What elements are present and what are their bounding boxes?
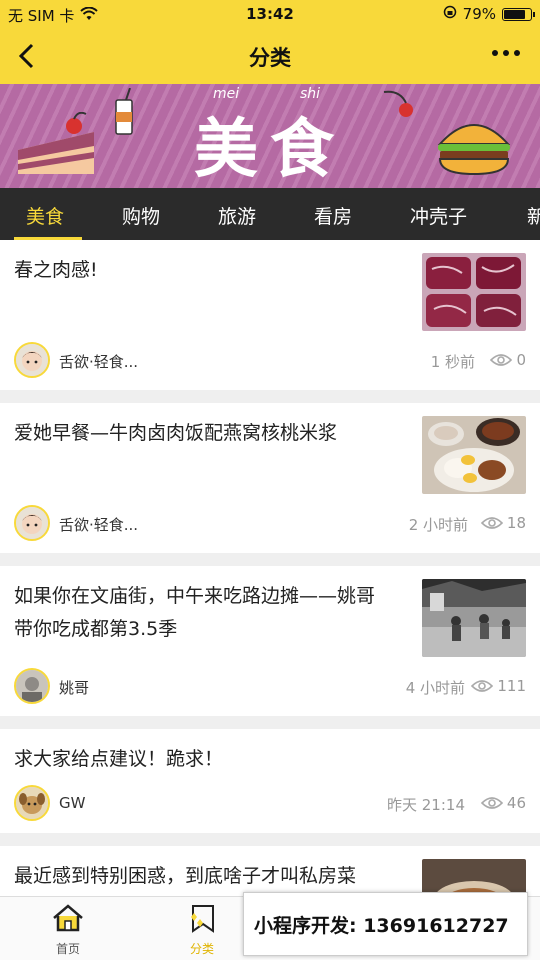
view-count-value: 18 bbox=[506, 514, 526, 532]
battery-percent: 79% bbox=[462, 5, 496, 23]
dog-avatar-image bbox=[16, 787, 48, 819]
view-count: 0 bbox=[490, 351, 526, 369]
tab-travel[interactable]: 旅游 bbox=[218, 202, 256, 229]
post-time: 2 小时前 bbox=[408, 516, 468, 534]
avatar[interactable] bbox=[14, 505, 50, 541]
article-title: 最近感到特别困惑，到底啥子才叫私房菜 bbox=[14, 865, 357, 887]
tab-new[interactable]: 新 bbox=[527, 202, 540, 229]
article-title: 爱她早餐—牛肉卤肉饭配燕窝核桃米浆 bbox=[14, 422, 338, 444]
cherry-icon bbox=[383, 90, 413, 117]
eye-icon bbox=[480, 517, 503, 529]
article-title: 春之肉感! bbox=[14, 259, 98, 281]
view-count: 111 bbox=[471, 677, 526, 695]
more-dot bbox=[514, 50, 520, 56]
battery-icon bbox=[502, 7, 535, 21]
article-card[interactable]: 如果你在文庙街，中午来吃路边摊——姚哥 带你吃成都第3.5季 姚哥 4 小时前 bbox=[0, 566, 540, 716]
more-dot bbox=[492, 50, 498, 56]
eye-icon bbox=[490, 354, 513, 366]
baby-avatar-image bbox=[16, 344, 48, 376]
page-title: 分类 bbox=[249, 46, 291, 70]
avatar[interactable] bbox=[14, 668, 50, 704]
tab-category-label: 分类 bbox=[189, 942, 214, 956]
promo-text: 小程序开发: 13691612727 bbox=[254, 915, 509, 937]
home-icon bbox=[53, 904, 83, 932]
baby-avatar-image bbox=[16, 507, 48, 539]
man-avatar-image bbox=[16, 670, 48, 702]
tab-food[interactable]: 美食 bbox=[26, 202, 64, 229]
burger-icon bbox=[437, 124, 511, 176]
article-card[interactable]: 春之肉感! 舌欲·轻食... 1 秒前 0 bbox=[0, 240, 540, 390]
cake-icon bbox=[18, 112, 94, 174]
article-title: 如果你在文庙街，中午来吃路边摊——姚哥 带你吃成都第3.5季 bbox=[14, 580, 375, 646]
more-button[interactable] bbox=[492, 50, 520, 56]
view-count: 46 bbox=[480, 794, 526, 812]
tab-home-label: 首页 bbox=[55, 942, 80, 956]
article-title: 求大家给点建议！跪求！ bbox=[14, 748, 224, 770]
tab-chat[interactable]: 冲壳子 bbox=[410, 202, 467, 229]
view-count-value: 111 bbox=[497, 677, 526, 695]
author-name: 舌欲·轻食... bbox=[59, 516, 139, 534]
article-title-line: 带你吃成都第3.5季 bbox=[14, 618, 178, 640]
category-tabs: 美食 购物 旅游 看房 冲壳子 新 bbox=[0, 188, 540, 240]
article-card[interactable]: 爱她早餐—牛肉卤肉饭配燕窝核桃米浆 舌欲·轻食... 2 小时前 18 bbox=[0, 403, 540, 553]
tab-home[interactable]: 首页 bbox=[28, 903, 108, 957]
tab-housing[interactable]: 看房 bbox=[314, 202, 352, 229]
meat-thumbnail-image bbox=[422, 253, 526, 331]
tab-shopping[interactable]: 购物 bbox=[122, 202, 160, 229]
post-time: 昨天 21:14 bbox=[387, 796, 465, 814]
article-title-line: 如果你在文庙街，中午来吃路边摊——姚哥 bbox=[14, 585, 376, 607]
avatar[interactable] bbox=[14, 342, 50, 378]
article-card[interactable]: 求大家给点建议！跪求！ GW 昨天 21:14 46 bbox=[0, 729, 540, 833]
article-thumbnail bbox=[422, 416, 526, 494]
post-time: 1 秒前 bbox=[430, 353, 475, 371]
more-dot bbox=[503, 50, 509, 56]
avatar[interactable] bbox=[14, 785, 50, 821]
drink-icon bbox=[115, 88, 133, 135]
view-count-value: 46 bbox=[506, 794, 526, 812]
status-bar: 无 SIM 卡 13:42 79% bbox=[0, 0, 540, 28]
author-name: 姚哥 bbox=[59, 679, 90, 697]
article-thumbnail bbox=[422, 253, 526, 331]
view-count: 18 bbox=[480, 514, 526, 532]
navigation-bar: 分类 bbox=[0, 28, 540, 84]
tab-category[interactable]: 分类 bbox=[162, 903, 242, 957]
view-count-value: 0 bbox=[516, 351, 526, 369]
article-thumbnail bbox=[422, 579, 526, 657]
category-banner: mei shi 美食 bbox=[0, 84, 540, 188]
author-name: GW bbox=[59, 794, 86, 812]
breakfast-thumbnail-image bbox=[422, 416, 526, 494]
eye-icon bbox=[480, 797, 503, 809]
rotation-lock-icon bbox=[443, 5, 457, 23]
author-name: 舌欲·轻食... bbox=[59, 353, 139, 371]
promo-overlay: 小程序开发: 13691612727 bbox=[243, 892, 528, 956]
post-time: 4 小时前 bbox=[405, 679, 465, 697]
street-thumbnail-image bbox=[422, 579, 526, 657]
eye-icon bbox=[471, 680, 494, 692]
bookmark-icon bbox=[191, 905, 214, 933]
